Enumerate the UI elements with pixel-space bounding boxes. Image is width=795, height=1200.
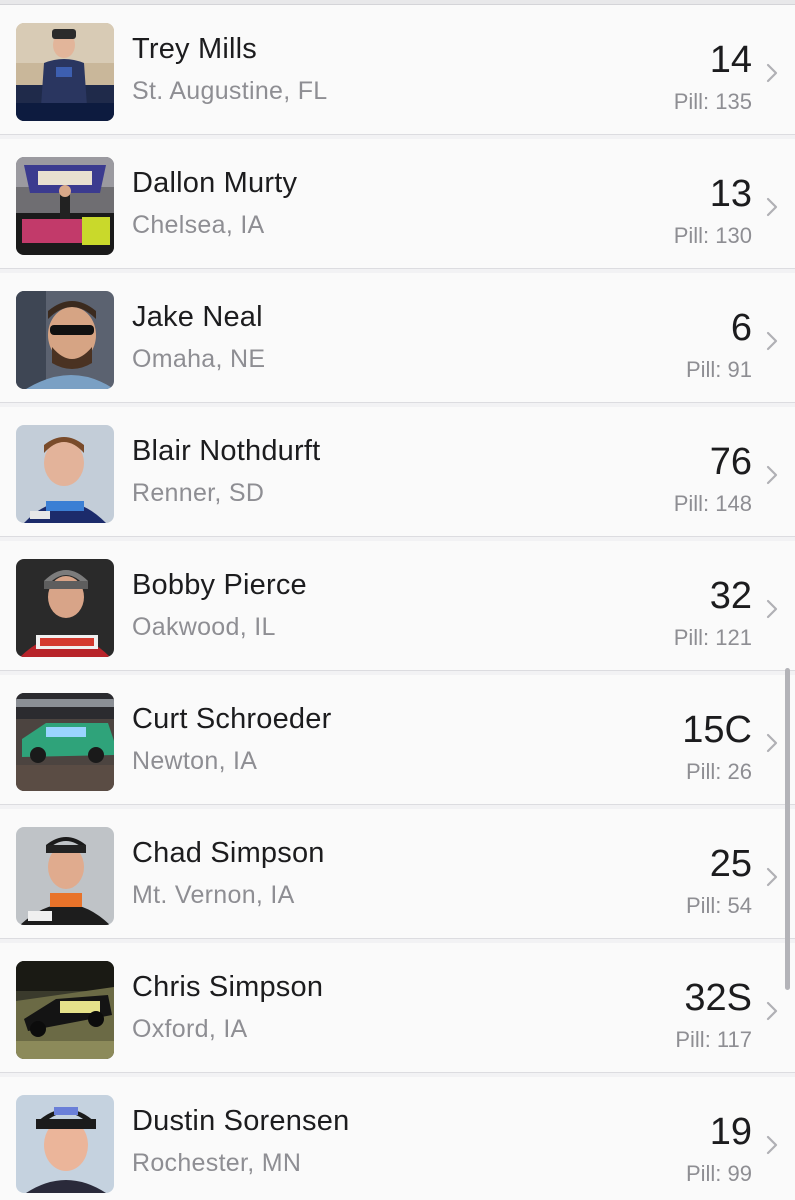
driver-row[interactable]: Chris Simpson Oxford, IA 32S Pill: 117	[0, 943, 795, 1073]
driver-location: Oxford, IA	[132, 1015, 248, 1043]
driver-row[interactable]: Dallon Murty Chelsea, IA 13 Pill: 130	[0, 139, 795, 269]
driver-name: Blair Nothdurft	[132, 435, 321, 467]
driver-avatar	[16, 559, 114, 657]
driver-row[interactable]: Chad Simpson Mt. Vernon, IA 25 Pill: 54	[0, 809, 795, 939]
car-number: 76	[709, 441, 752, 483]
driver-location: Renner, SD	[132, 479, 265, 507]
driver-points: Pill: 54	[685, 893, 752, 918]
driver-name: Jake Neal	[132, 301, 263, 333]
chevron-right-icon	[766, 63, 778, 83]
car-number: 14	[709, 39, 752, 81]
driver-row[interactable]: Trey Mills St. Augustine, FL 14 Pill: 13…	[0, 5, 795, 135]
driver-points: Pill: 148	[673, 491, 752, 516]
chevron-right-icon	[766, 331, 778, 351]
car-number: 32	[709, 575, 752, 617]
driver-points: Pill: 99	[685, 1161, 752, 1186]
driver-avatar	[16, 291, 114, 389]
chevron-right-icon	[766, 1001, 778, 1021]
driver-avatar	[16, 425, 114, 523]
car-number: 19	[709, 1111, 752, 1153]
chevron-right-icon	[766, 465, 778, 485]
driver-name: Curt Schroeder	[132, 703, 332, 735]
car-number: 6	[730, 307, 752, 349]
driver-name: Bobby Pierce	[132, 569, 307, 601]
car-number: 13	[709, 173, 752, 215]
driver-name: Dallon Murty	[132, 167, 298, 199]
driver-location: Omaha, NE	[132, 345, 266, 373]
driver-list: Trey Mills St. Augustine, FL 14 Pill: 13…	[0, 0, 795, 1200]
driver-row[interactable]: Dustin Sorensen Rochester, MN 19 Pill: 9…	[0, 1077, 795, 1200]
driver-name: Dustin Sorensen	[132, 1105, 350, 1137]
driver-name: Chad Simpson	[132, 837, 325, 869]
scroll-indicator[interactable]	[785, 668, 790, 990]
driver-row[interactable]: Jake Neal Omaha, NE 6 Pill: 91	[0, 273, 795, 403]
driver-avatar	[16, 693, 114, 791]
driver-avatar	[16, 827, 114, 925]
chevron-right-icon	[766, 733, 778, 753]
driver-location: Chelsea, IA	[132, 211, 265, 239]
chevron-right-icon	[766, 1135, 778, 1155]
car-number: 15C	[682, 709, 752, 751]
driver-name: Chris Simpson	[132, 971, 324, 1003]
driver-points: Pill: 117	[675, 1027, 752, 1052]
driver-avatar	[16, 1095, 114, 1193]
driver-row[interactable]: Blair Nothdurft Renner, SD 76 Pill: 148	[0, 407, 795, 537]
driver-name: Trey Mills	[132, 33, 257, 65]
driver-points: Pill: 26	[685, 759, 752, 784]
driver-points: Pill: 135	[673, 89, 752, 114]
chevron-right-icon	[766, 197, 778, 217]
car-number: 32S	[684, 977, 752, 1019]
driver-location: Mt. Vernon, IA	[132, 881, 295, 909]
driver-location: Oakwood, IL	[132, 613, 276, 641]
driver-row[interactable]: Curt Schroeder Newton, IA 15C Pill: 26	[0, 675, 795, 805]
car-number: 25	[709, 843, 752, 885]
driver-location: Rochester, MN	[132, 1149, 302, 1177]
chevron-right-icon	[766, 867, 778, 887]
driver-points: Pill: 130	[673, 223, 752, 248]
driver-location: St. Augustine, FL	[132, 77, 328, 105]
driver-location: Newton, IA	[132, 747, 258, 775]
driver-row[interactable]: Bobby Pierce Oakwood, IL 32 Pill: 121	[0, 541, 795, 671]
driver-points: Pill: 91	[685, 357, 752, 382]
chevron-right-icon	[766, 599, 778, 619]
driver-avatar	[16, 23, 114, 121]
driver-points: Pill: 121	[673, 625, 752, 650]
driver-avatar	[16, 961, 114, 1059]
driver-avatar	[16, 157, 114, 255]
